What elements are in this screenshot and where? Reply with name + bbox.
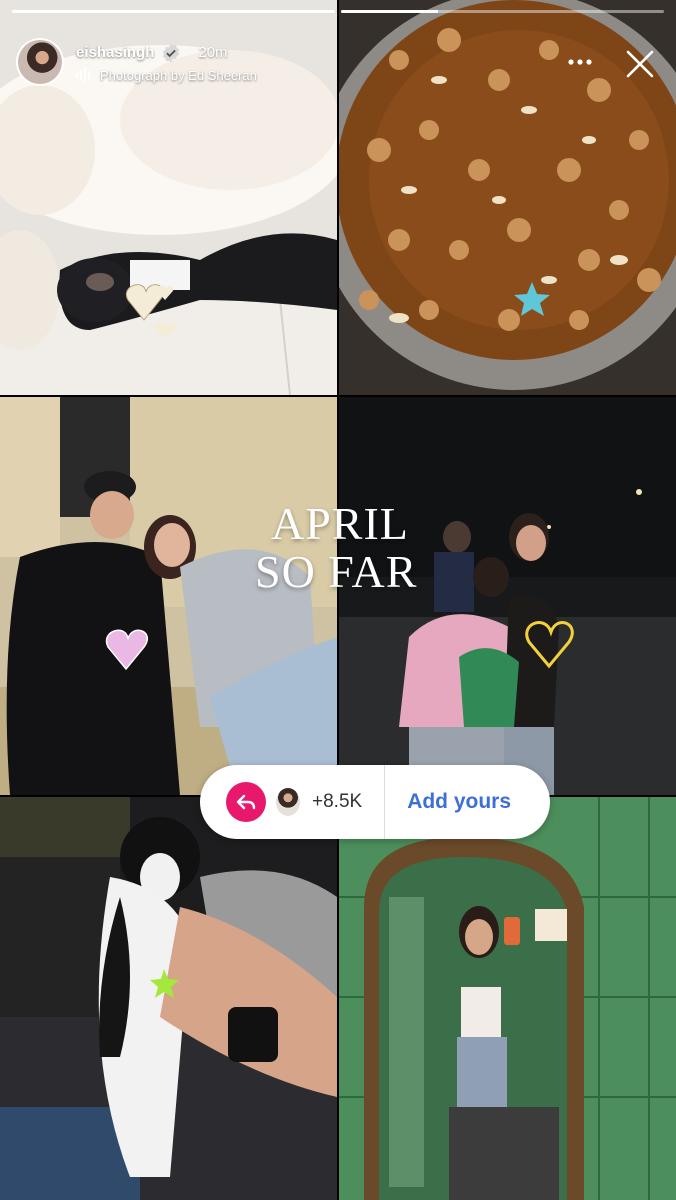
progress-segment-1 — [12, 10, 335, 13]
story-header: eishasingh 20m Photograph by Ed Sheeran — [16, 38, 257, 86]
username-row: eishasingh 20m — [76, 42, 257, 64]
progress-segment-2 — [341, 10, 664, 13]
music-label: Photograph by Ed Sheeran — [100, 67, 257, 83]
participant-avatar — [276, 788, 300, 816]
more-icon[interactable] — [566, 48, 594, 76]
progress-fill-1 — [12, 10, 335, 13]
post-time: 20m — [198, 44, 228, 61]
verified-badge-icon — [163, 42, 180, 63]
close-icon[interactable] — [624, 48, 656, 80]
header-text: eishasingh 20m Photograph by Ed Sheeran — [76, 42, 257, 83]
avatar[interactable] — [16, 38, 64, 86]
title-line-2: SO FAR — [255, 546, 418, 598]
music-bars-icon — [76, 68, 90, 82]
add-yours-button[interactable]: Add yours — [407, 790, 511, 814]
story-progress — [12, 10, 664, 13]
photo-mirror — [339, 797, 676, 1200]
title-line-1: APRIL — [271, 498, 409, 549]
username[interactable]: eishasingh — [76, 44, 154, 61]
music-row[interactable]: Photograph by Ed Sheeran — [76, 68, 257, 83]
progress-fill-2 — [341, 10, 438, 13]
add-yours-sticker[interactable]: +8.5K Add yours — [200, 765, 550, 839]
avatar-image — [18, 40, 62, 84]
photo-cat-lap — [0, 797, 337, 1200]
story-title: APRIL SO FAR — [255, 498, 418, 598]
sticker-divider — [384, 765, 386, 839]
reply-button[interactable] — [226, 782, 266, 822]
participant-count: +8.5K — [312, 791, 363, 812]
reply-arrow-icon — [236, 794, 256, 810]
